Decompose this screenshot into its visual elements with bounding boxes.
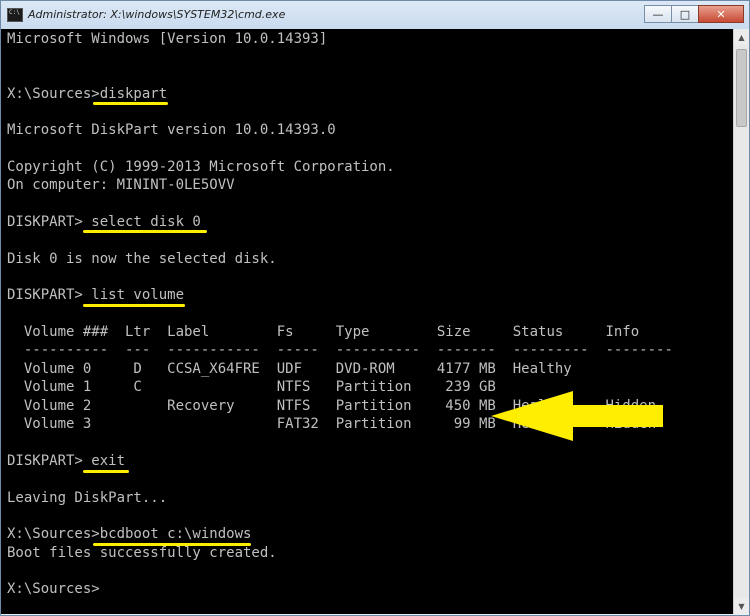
highlight-list-volume	[83, 304, 185, 307]
console-line: Disk 0 is now the selected disk.	[7, 251, 277, 267]
close-button[interactable]: ✕	[698, 5, 744, 23]
console-line: Boot files successfully created.	[7, 545, 277, 561]
highlight-select-disk	[83, 230, 207, 233]
console-line: Leaving DiskPart...	[7, 490, 168, 506]
scroll-up-icon[interactable]: ▲	[734, 29, 749, 45]
volume-table-header: Volume ### Ltr Label Fs Type Size Status…	[7, 324, 640, 340]
title-bar[interactable]: C:\ Administrator: X:\windows\SYSTEM32\c…	[1, 1, 749, 29]
console-line: DISKPART> select disk 0	[7, 214, 201, 230]
console-line: Microsoft DiskPart version 10.0.14393.0	[7, 122, 336, 138]
console-line: X:\Sources>bcdboot c:\windows	[7, 526, 252, 542]
maximize-button[interactable]: □	[671, 5, 699, 23]
cmd-icon[interactable]: C:\	[7, 8, 23, 22]
volume-row: Volume 1 C NTFS Partition 239 GB	[7, 379, 496, 395]
vertical-scrollbar[interactable]: ▲ ▼	[733, 29, 749, 614]
window-controls: — □ ✕	[644, 5, 744, 24]
console-prompt: X:\Sources>	[7, 581, 100, 597]
volume-table-separator: ---------- --- ----------- ----- -------…	[7, 342, 673, 358]
scroll-down-icon[interactable]: ▼	[734, 598, 749, 614]
console-line: Microsoft Windows [Version 10.0.14393]	[7, 31, 328, 47]
window-title: Administrator: X:\windows\SYSTEM32\cmd.e…	[28, 8, 286, 21]
console-line: DISKPART> exit	[7, 453, 126, 469]
console-line: On computer: MININT-0LE5OVV	[7, 177, 235, 193]
highlight-exit	[83, 470, 129, 473]
console-output[interactable]: Microsoft Windows [Version 10.0.14393] X…	[1, 29, 733, 614]
cmd-window: C:\ Administrator: X:\windows\SYSTEM32\c…	[0, 0, 750, 616]
minimize-button[interactable]: —	[644, 5, 672, 23]
console-line: DISKPART> list volume	[7, 287, 185, 303]
highlight-diskpart	[93, 102, 168, 105]
left-arrow-icon	[491, 391, 663, 441]
scroll-thumb[interactable]	[736, 49, 747, 127]
highlight-bcdboot	[93, 543, 251, 546]
cmd-icon-label: C:\	[9, 9, 20, 16]
console-line: X:\Sources>diskpart	[7, 86, 168, 102]
console-line: Copyright (C) 1999-2013 Microsoft Corpor…	[7, 159, 395, 175]
volume-row: Volume 0 D CCSA_X64FRE UDF DVD-ROM 4177 …	[7, 361, 572, 377]
